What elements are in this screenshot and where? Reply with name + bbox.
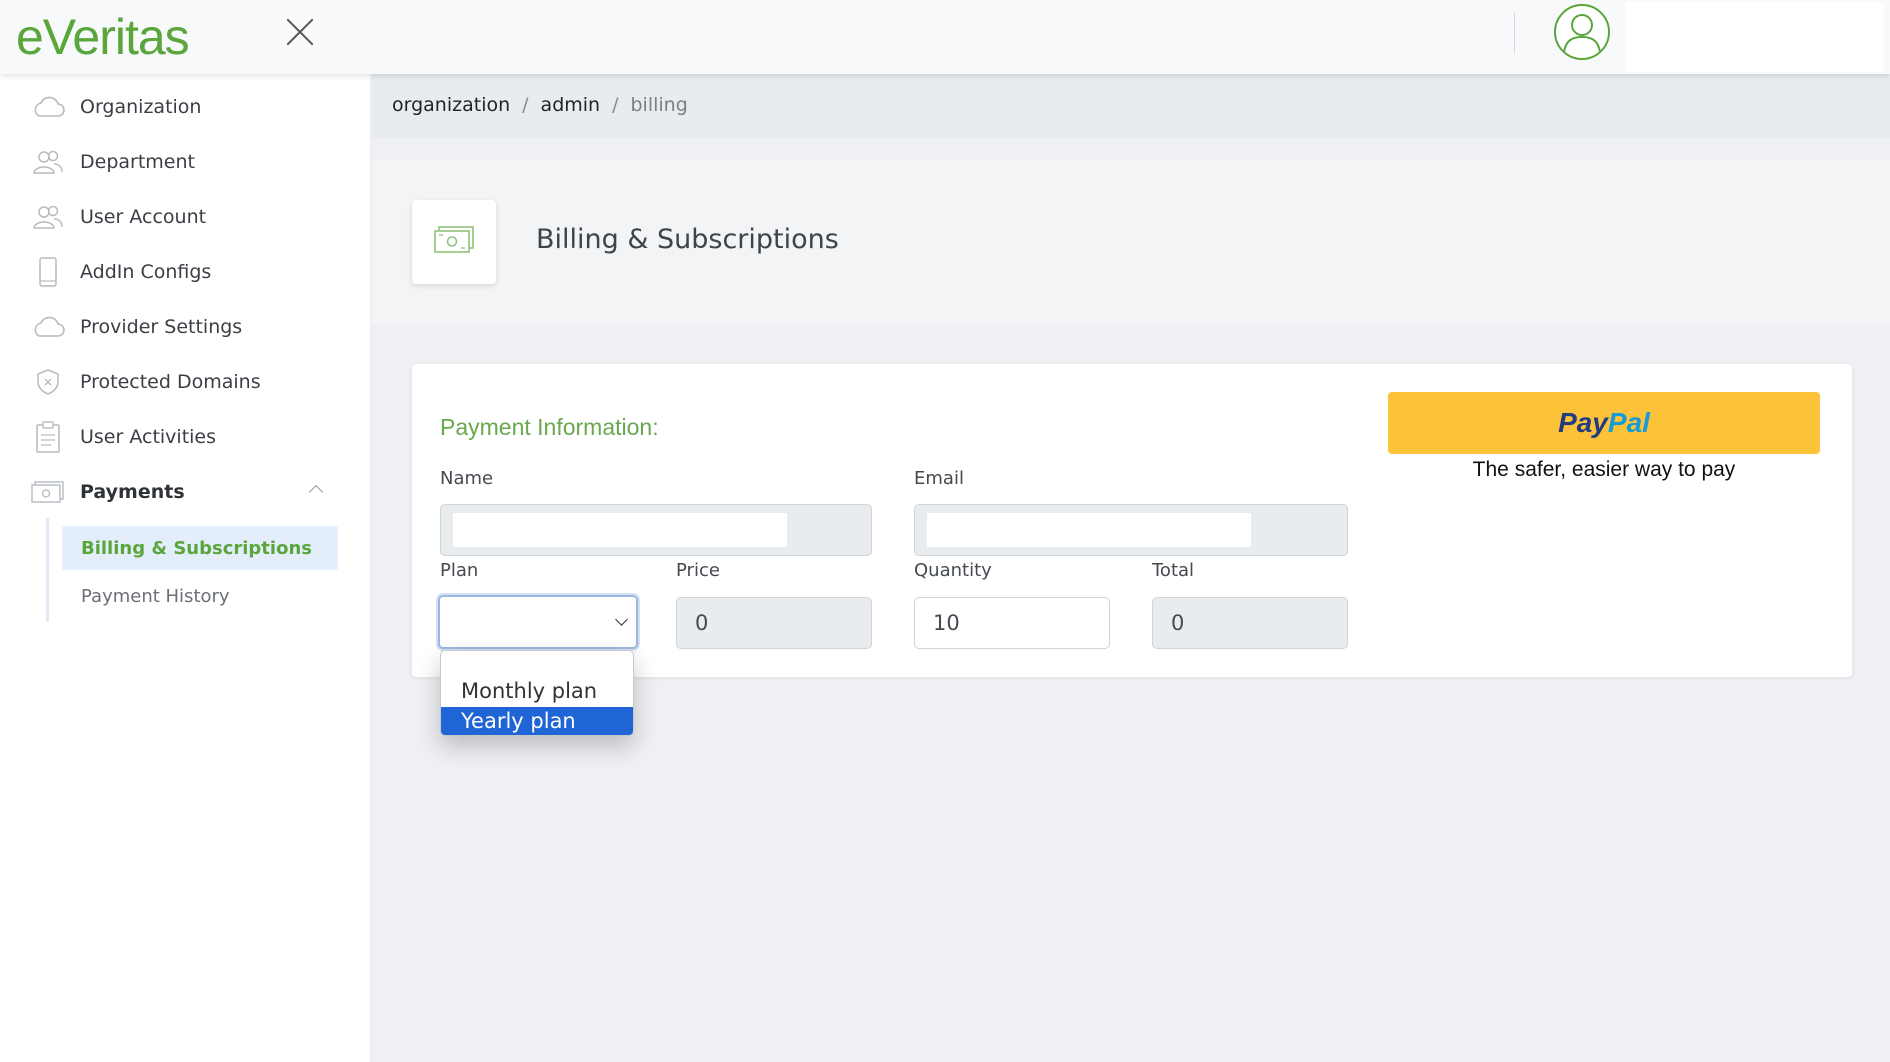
- sidebar-item-label: Payments: [80, 481, 185, 503]
- breadcrumb-separator: /: [612, 94, 619, 116]
- page-header: Billing & Subscriptions: [372, 160, 1890, 324]
- plan-label: Plan: [440, 560, 479, 581]
- breadcrumb: organization / admin / billing: [392, 94, 688, 116]
- sidebar-subitem-billing-subscriptions[interactable]: Billing & Subscriptions: [62, 526, 338, 570]
- payment-card: Payment Information: Name Email Plan Pri…: [412, 364, 1852, 677]
- sidebar-item-label: Organization: [80, 96, 202, 118]
- quantity-field[interactable]: 10: [914, 597, 1110, 649]
- everitas-logo[interactable]: eVeritas: [16, 4, 190, 70]
- user-info-box[interactable]: [1626, 2, 1884, 72]
- name-input-autofill: [453, 513, 787, 547]
- email-input-autofill: [927, 513, 1251, 547]
- users-icon: [30, 147, 66, 177]
- cloud-icon: [30, 312, 66, 342]
- clipboard-icon: [30, 421, 66, 453]
- chevron-up-icon: [308, 484, 324, 500]
- header-divider: [1514, 12, 1515, 54]
- price-value: 0: [695, 611, 709, 635]
- sidebar-item-organization[interactable]: Organization: [0, 82, 371, 132]
- breadcrumb-separator: /: [522, 94, 529, 116]
- paypal-tagline: The safer, easier way to pay: [1472, 458, 1736, 481]
- sidebar-item-label: Department: [80, 151, 195, 173]
- chevron-down-icon: [615, 613, 628, 626]
- section-title: Payment Information:: [440, 414, 659, 440]
- sidebar-item-user-activities[interactable]: User Activities: [0, 412, 371, 462]
- sidebar-item-user-account[interactable]: User Account: [0, 192, 371, 242]
- sidebar-item-protected-domains[interactable]: Protected Domains: [0, 357, 371, 407]
- name-label: Name: [440, 468, 494, 489]
- paypal-logo-pal: Pal: [1607, 407, 1650, 438]
- money-icon: [30, 477, 66, 507]
- paypal-logo-pay: Pay: [1558, 407, 1608, 438]
- breadcrumb-bar: organization / admin / billing: [372, 74, 1890, 138]
- plan-select[interactable]: [438, 595, 638, 649]
- total-field: 0: [1152, 597, 1348, 649]
- name-field[interactable]: [440, 504, 872, 556]
- email-field[interactable]: [914, 504, 1348, 556]
- quantity-label: Quantity: [914, 560, 992, 581]
- phone-icon: [30, 257, 66, 287]
- cloud-icon: [30, 92, 66, 122]
- submenu-guide-line: [46, 518, 49, 622]
- close-menu-icon[interactable]: [280, 12, 320, 52]
- top-header: eVeritas: [0, 0, 1890, 74]
- users-icon: [30, 202, 66, 232]
- plan-option-yearly[interactable]: Yearly plan: [441, 707, 633, 735]
- sidebar-item-addin-configs[interactable]: AddIn Configs: [0, 247, 371, 297]
- page-title: Billing & Subscriptions: [536, 224, 839, 255]
- price-field: 0: [676, 597, 872, 649]
- quantity-value: 10: [933, 611, 960, 635]
- total-label: Total: [1152, 560, 1195, 581]
- breadcrumb-admin[interactable]: admin: [541, 94, 601, 116]
- sidebar-item-label: User Account: [80, 206, 207, 228]
- sidebar-item-provider-settings[interactable]: Provider Settings: [0, 302, 371, 352]
- plan-dropdown-menu: Monthly plan Yearly plan: [440, 650, 634, 736]
- price-label: Price: [676, 560, 720, 581]
- sidebar-item-label: Provider Settings: [80, 316, 243, 338]
- email-label: Email: [914, 468, 964, 489]
- breadcrumb-current: billing: [630, 94, 688, 116]
- total-value: 0: [1171, 611, 1185, 635]
- sidebar-item-label: AddIn Configs: [80, 261, 212, 283]
- sidebar-subitem-payment-history[interactable]: Payment History: [62, 574, 338, 618]
- plan-option-monthly[interactable]: Monthly plan: [441, 677, 633, 705]
- sidebar: Organization Department User Account Add…: [0, 74, 371, 1062]
- logo-text: eVeritas: [16, 9, 190, 65]
- money-icon: [433, 225, 475, 259]
- shield-icon: [30, 367, 66, 397]
- paypal-button[interactable]: PayPal: [1388, 392, 1820, 454]
- breadcrumb-organization[interactable]: organization: [392, 94, 510, 116]
- sidebar-item-label: Protected Domains: [80, 371, 261, 393]
- paypal-logo: PayPal: [1558, 407, 1650, 439]
- user-avatar-icon[interactable]: [1554, 4, 1610, 60]
- page-icon-box: [412, 200, 496, 284]
- sidebar-item-payments[interactable]: Payments: [0, 467, 371, 517]
- sidebar-item-department[interactable]: Department: [0, 137, 371, 187]
- sidebar-item-label: User Activities: [80, 426, 217, 448]
